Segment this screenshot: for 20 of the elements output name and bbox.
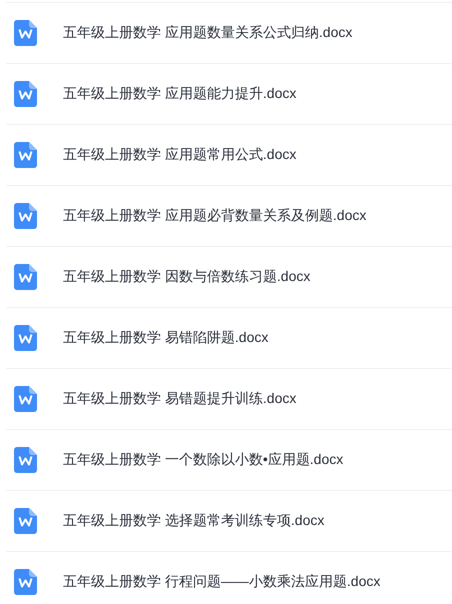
file-name[interactable]: 五年级上册数学 应用题数量关系公式归纳.docx	[63, 24, 352, 42]
file-name[interactable]: 五年级上册数学 易错陷阱题.docx	[63, 329, 268, 347]
word-document-icon	[14, 569, 37, 595]
file-name[interactable]: 五年级上册数学 行程问题——小数乘法应用题.docx	[63, 573, 380, 591]
file-name[interactable]: 五年级上册数学 应用题必背数量关系及例题.docx	[63, 207, 366, 225]
word-document-icon	[14, 386, 37, 412]
word-document-icon	[14, 81, 37, 107]
file-name[interactable]: 五年级上册数学 选择题常考训练专项.docx	[63, 512, 324, 530]
word-document-icon	[14, 142, 37, 168]
word-document-icon	[14, 20, 37, 46]
file-name[interactable]: 五年级上册数学 易错题提升训练.docx	[63, 390, 296, 408]
file-name[interactable]: 五年级上册数学 应用题能力提升.docx	[63, 85, 296, 103]
word-document-icon	[14, 508, 37, 534]
word-document-icon	[14, 264, 37, 290]
file-name[interactable]: 五年级上册数学 一个数除以小数•应用题.docx	[63, 451, 344, 469]
word-document-icon	[14, 447, 37, 473]
file-name[interactable]: 五年级上册数学 应用题常用公式.docx	[63, 146, 296, 164]
word-document-icon	[14, 203, 37, 229]
word-document-icon	[14, 325, 37, 351]
file-name[interactable]: 五年级上册数学 因数与倍数练习题.docx	[63, 268, 310, 286]
